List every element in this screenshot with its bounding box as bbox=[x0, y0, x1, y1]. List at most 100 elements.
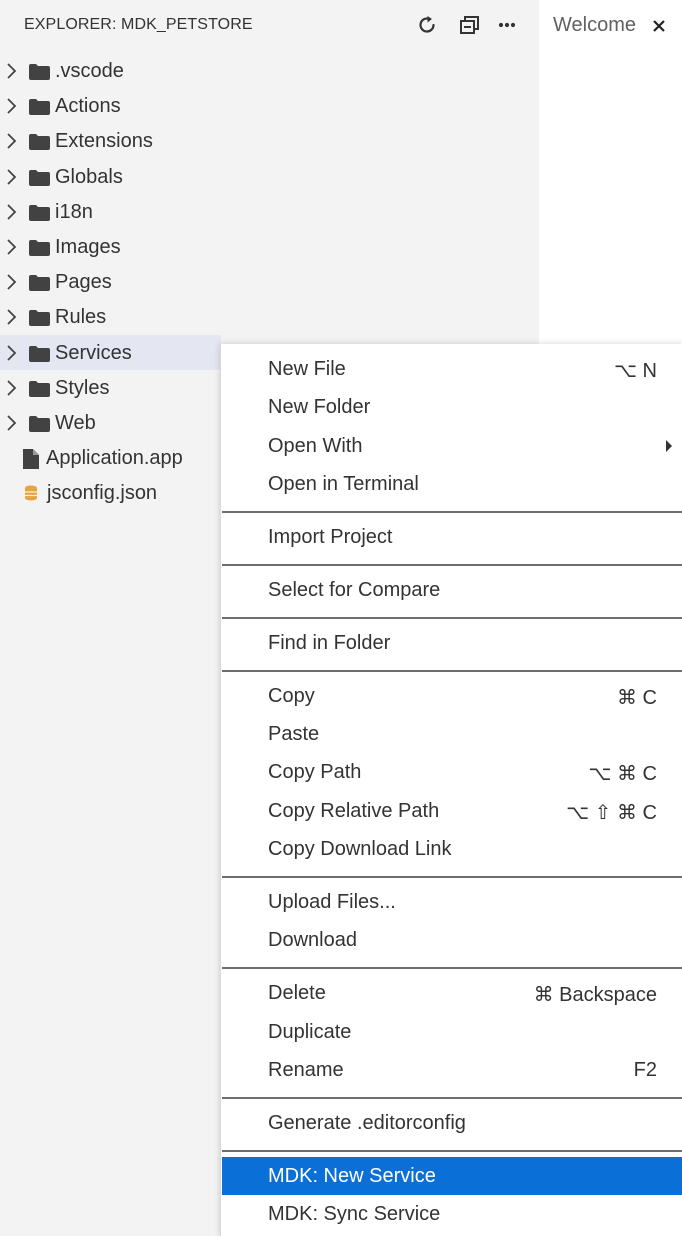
tree-item[interactable]: .vscode bbox=[0, 53, 220, 88]
menu-item[interactable]: Rename F2 bbox=[222, 1051, 682, 1089]
folder-icon bbox=[29, 239, 50, 256]
tab-label: Welcome bbox=[553, 14, 636, 36]
chevron-right-icon[interactable] bbox=[4, 379, 20, 397]
tree-item[interactable]: Web bbox=[0, 405, 220, 440]
submenu-arrow-icon bbox=[665, 439, 673, 453]
tree-item[interactable]: Images bbox=[0, 229, 220, 264]
menu-item-label: Copy Download Link bbox=[268, 838, 452, 860]
json-file-icon bbox=[22, 484, 40, 504]
menu-item-label: MDK: New Service bbox=[268, 1165, 436, 1187]
menu-separator bbox=[222, 967, 682, 969]
folder-icon bbox=[29, 415, 50, 432]
menu-separator bbox=[222, 1097, 682, 1099]
menu-item-label: Select for Compare bbox=[268, 579, 441, 601]
folder-icon bbox=[29, 99, 50, 116]
explorer-title: EXPLORER: MDK_PETSTORE bbox=[24, 16, 253, 33]
menu-item[interactable]: Paste bbox=[222, 715, 682, 753]
menu-item[interactable]: Copy Relative Path ⌥ ⇧ ⌘ C bbox=[222, 792, 682, 830]
tree-item-label: Globals bbox=[55, 165, 123, 188]
menu-item[interactable]: New File ⌥ N bbox=[222, 350, 682, 388]
folder-icon bbox=[29, 134, 50, 151]
menu-item[interactable]: Copy ⌘ C bbox=[222, 677, 682, 715]
menu-separator bbox=[222, 1150, 682, 1152]
folder-icon bbox=[29, 169, 50, 186]
tree-item[interactable]: Globals bbox=[0, 159, 220, 194]
chevron-right-icon[interactable] bbox=[4, 62, 20, 80]
menu-item[interactable]: Upload Files... bbox=[222, 883, 682, 921]
tree-item[interactable]: Services bbox=[0, 334, 221, 370]
menu-item-label: Open in Terminal bbox=[268, 473, 419, 495]
menu-item[interactable]: Open in Terminal bbox=[222, 465, 682, 503]
menu-separator bbox=[222, 876, 682, 878]
tree-item[interactable]: Rules bbox=[0, 299, 220, 334]
menu-item[interactable]: Generate .editorconfig bbox=[222, 1104, 682, 1142]
chevron-right-icon[interactable] bbox=[4, 132, 20, 150]
collapse-all-icon[interactable] bbox=[457, 12, 483, 38]
close-icon[interactable] bbox=[650, 16, 668, 36]
tree-item[interactable]: Application.app bbox=[0, 440, 220, 475]
menu-item-label: Generate .editorconfig bbox=[268, 1112, 466, 1134]
menu-item-label: Import Project bbox=[268, 526, 393, 548]
chevron-right-icon[interactable] bbox=[4, 414, 20, 432]
menu-item-label: Copy bbox=[268, 685, 315, 707]
explorer-header: EXPLORER: MDK_PETSTORE bbox=[0, 0, 538, 52]
menu-item[interactable]: Duplicate bbox=[222, 1013, 682, 1051]
menu-item-shortcut: ⌘ C bbox=[617, 687, 657, 709]
menu-item-label: Find in Folder bbox=[268, 632, 391, 654]
tree-item-label: Services bbox=[55, 341, 132, 364]
chevron-right-icon[interactable] bbox=[4, 168, 20, 186]
menu-item-label: New File bbox=[268, 358, 346, 380]
tree-item-label: Extensions bbox=[55, 130, 153, 153]
menu-item[interactable]: New Folder bbox=[222, 388, 682, 426]
chevron-right-icon[interactable] bbox=[4, 238, 20, 256]
chevron-right-icon[interactable] bbox=[4, 97, 20, 115]
chevron-right-icon[interactable] bbox=[4, 344, 20, 362]
menu-item-label: Delete bbox=[268, 982, 326, 1004]
menu-item[interactable]: MDK: New Service bbox=[222, 1157, 682, 1195]
chevron-right-icon[interactable] bbox=[4, 203, 20, 221]
menu-item-label: New Folder bbox=[268, 396, 371, 418]
menu-separator bbox=[222, 564, 682, 566]
menu-item[interactable]: Download bbox=[222, 921, 682, 959]
menu-item[interactable]: Delete ⌘ Backspace bbox=[222, 974, 682, 1012]
menu-separator bbox=[222, 670, 682, 672]
file-icon bbox=[22, 449, 40, 470]
tree-item[interactable]: Actions bbox=[0, 88, 220, 123]
tree-item-label: Application.app bbox=[46, 447, 183, 470]
tree-item-label: i18n bbox=[55, 200, 93, 223]
tree-item-label: Actions bbox=[55, 95, 121, 118]
tree-item-label: Pages bbox=[55, 271, 112, 294]
chevron-right-icon[interactable] bbox=[4, 273, 20, 291]
menu-item[interactable]: MDK: Sync Service bbox=[222, 1195, 682, 1233]
context-menu: New File ⌥ N New Folder Open With Open in Te… bbox=[220, 344, 682, 1236]
folder-icon bbox=[29, 64, 50, 80]
tree-item-label: jsconfig.json bbox=[47, 482, 158, 505]
menu-item[interactable]: Select for Compare bbox=[222, 571, 682, 609]
menu-item[interactable]: Import Project bbox=[222, 518, 682, 556]
more-icon[interactable] bbox=[494, 12, 520, 38]
tree-item[interactable]: jsconfig.json bbox=[0, 475, 220, 510]
chevron-right-icon[interactable] bbox=[4, 308, 20, 326]
menu-item[interactable]: Copy Download Link bbox=[222, 830, 682, 868]
menu-item[interactable]: Find in Folder bbox=[222, 624, 682, 662]
tree-item[interactable]: Pages bbox=[0, 264, 220, 299]
menu-item[interactable]: Open With bbox=[222, 427, 682, 465]
folder-icon bbox=[29, 275, 50, 292]
menu-item-shortcut: ⌘ Backspace bbox=[533, 984, 657, 1006]
tree-item-label: Styles bbox=[55, 376, 110, 399]
tree-item[interactable]: Styles bbox=[0, 370, 220, 405]
tab-welcome[interactable]: Welcome bbox=[539, 0, 682, 52]
tree-item-label: Rules bbox=[55, 306, 107, 329]
tree-item[interactable]: Extensions bbox=[0, 123, 220, 158]
menu-separator bbox=[222, 617, 682, 619]
menu-item-label: Copy Relative Path bbox=[268, 800, 440, 822]
refresh-icon[interactable] bbox=[414, 12, 440, 38]
tree-item-label: Images bbox=[55, 235, 121, 258]
menu-item[interactable]: Copy Path ⌥ ⌘ C bbox=[222, 753, 682, 791]
folder-icon bbox=[29, 310, 50, 327]
menu-separator bbox=[222, 511, 682, 513]
menu-item-label: Upload Files... bbox=[268, 891, 396, 913]
tree-item[interactable]: i18n bbox=[0, 194, 220, 229]
folder-icon bbox=[29, 345, 50, 362]
menu-item-shortcut: ⌥ ⌘ C bbox=[588, 763, 657, 785]
